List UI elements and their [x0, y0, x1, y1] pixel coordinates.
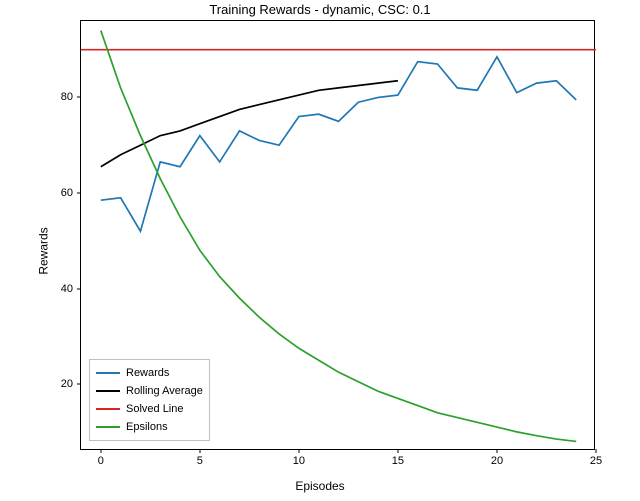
chart-container: Training Rewards - dynamic, CSC: 0.1 Rew…: [0, 0, 640, 501]
legend-label: Epsilons: [126, 421, 168, 433]
y-axis-label: Rewards: [37, 227, 51, 274]
legend-swatch: [96, 426, 120, 428]
legend-item: Rolling Average: [96, 382, 203, 400]
legend-item: Rewards: [96, 364, 203, 382]
legend-item: Epsilons: [96, 418, 203, 436]
legend-swatch: [96, 372, 120, 374]
legend-box: Rewards Rolling Average Solved Line Epsilon…: [89, 359, 210, 441]
legend-label: Solved Line: [126, 403, 184, 415]
x-axis-label: Episodes: [0, 479, 640, 493]
legend-label: Rolling Average: [126, 385, 203, 397]
chart-title: Training Rewards - dynamic, CSC: 0.1: [0, 2, 640, 17]
legend-label: Rewards: [126, 367, 169, 379]
plot-area: Rewards Rolling Average Solved Line Epsilon…: [80, 20, 595, 450]
series-line: [101, 57, 576, 231]
series-line: [101, 81, 398, 167]
legend-item: Solved Line: [96, 400, 203, 418]
legend-swatch: [96, 408, 120, 410]
legend-swatch: [96, 390, 120, 392]
